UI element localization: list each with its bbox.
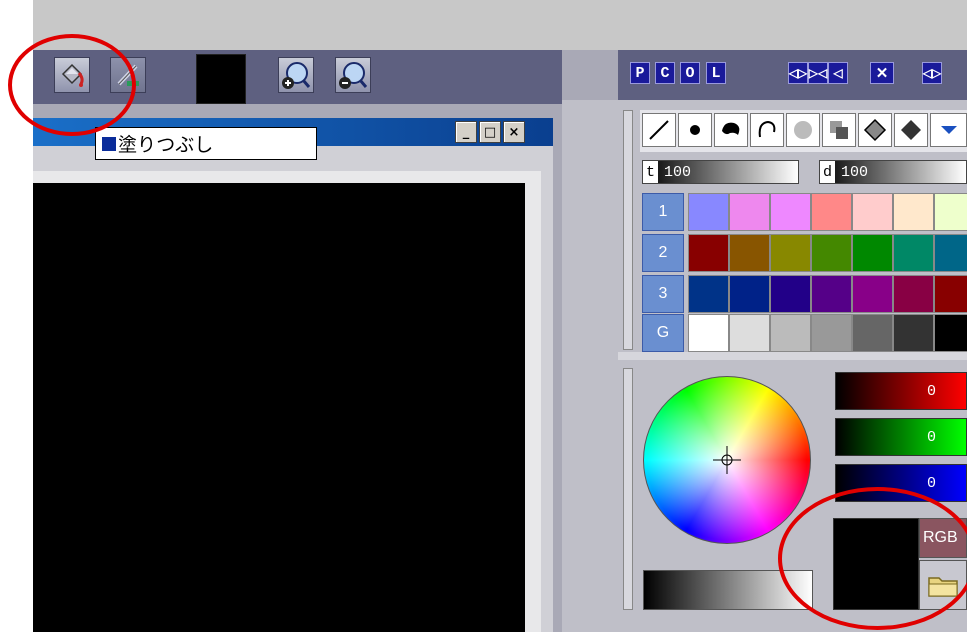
transparency-key: t xyxy=(643,161,659,183)
palette-row-label: 1 xyxy=(642,193,684,231)
annotation-circle-fill-tool xyxy=(8,34,136,136)
red-value: 0 xyxy=(926,382,936,400)
density-value: 100 xyxy=(841,163,869,181)
zoom-out-icon xyxy=(339,62,368,89)
zoom-out-button[interactable] xyxy=(335,57,371,93)
tooltip-square-icon xyxy=(102,136,116,151)
diamond-icon xyxy=(901,120,921,140)
annotation-circle-color-preview xyxy=(778,487,967,630)
maximize-button[interactable]: □ xyxy=(479,121,501,143)
palette-swatch[interactable] xyxy=(811,234,852,272)
close-palette-icon[interactable]: ✕ xyxy=(870,62,894,84)
airbrush-icon xyxy=(722,122,740,135)
palette-swatch[interactable] xyxy=(893,275,934,313)
eraser-icon xyxy=(863,118,887,142)
color-panel-handle[interactable] xyxy=(623,368,633,610)
zoom-in-icon xyxy=(282,62,311,89)
brush-dot[interactable] xyxy=(678,113,712,147)
palette-swatch[interactable] xyxy=(770,234,811,272)
density-key: d xyxy=(820,161,836,183)
panel-handle[interactable] xyxy=(623,110,633,350)
brush-dropdown[interactable] xyxy=(930,113,967,147)
palette-swatch[interactable] xyxy=(934,234,967,272)
palette-swatch[interactable] xyxy=(729,275,770,313)
green-slider[interactable]: 0 xyxy=(835,418,967,456)
palette-tab-p[interactable]: P xyxy=(630,62,650,84)
palette-swatch[interactable] xyxy=(729,234,770,272)
density-slider[interactable]: d 100 xyxy=(819,160,967,184)
palette-row-label: 2 xyxy=(642,234,684,272)
drawing-canvas[interactable] xyxy=(33,183,525,632)
palette-tab-l[interactable]: L xyxy=(706,62,726,84)
palette-swatch[interactable] xyxy=(852,234,893,272)
brush-layer[interactable] xyxy=(822,113,856,147)
close-button[interactable]: × xyxy=(503,121,525,143)
palette-swatch[interactable] xyxy=(811,314,852,352)
palette-swatch[interactable] xyxy=(688,193,729,231)
brush-lasso[interactable] xyxy=(750,113,784,147)
palette-swatch[interactable] xyxy=(852,275,893,313)
palette-tab-c[interactable]: C xyxy=(655,62,675,84)
expand-icon[interactable]: ◁▷ xyxy=(788,62,808,84)
palette-swatch[interactable] xyxy=(893,234,934,272)
palette-swatch[interactable] xyxy=(811,193,852,231)
zoom-in-button[interactable] xyxy=(278,57,314,93)
left-arrow-icon[interactable]: ◁ xyxy=(828,62,848,84)
palette-swatch[interactable] xyxy=(934,193,967,231)
blur-icon xyxy=(794,121,812,139)
palette-swatch[interactable] xyxy=(893,193,934,231)
width-arrows-icon[interactable]: ◁▷ xyxy=(922,62,942,84)
collapse-icon[interactable]: ▷◁ xyxy=(808,62,828,84)
current-color-swatch[interactable] xyxy=(196,54,246,104)
palette-swatch[interactable] xyxy=(729,314,770,352)
red-slider[interactable]: 0 xyxy=(835,372,967,410)
palette-swatch[interactable] xyxy=(770,275,811,313)
brush-pen[interactable] xyxy=(642,113,676,147)
palette-swatch[interactable] xyxy=(688,234,729,272)
pane-divider xyxy=(562,100,618,632)
pen-brush-icon xyxy=(649,120,669,140)
transparency-slider[interactable]: t 100 xyxy=(642,160,799,184)
dot-brush-icon xyxy=(690,125,700,135)
brush-airbrush[interactable] xyxy=(714,113,748,147)
palette-swatch[interactable] xyxy=(770,193,811,231)
layers-icon xyxy=(830,121,848,139)
palette-swatch[interactable] xyxy=(770,314,811,352)
triangle-down-icon xyxy=(940,126,957,134)
palette-swatch[interactable] xyxy=(852,193,893,231)
palette-swatch[interactable] xyxy=(729,193,770,231)
palette-swatch[interactable] xyxy=(852,314,893,352)
palette-swatch[interactable] xyxy=(934,275,967,313)
minimize-button[interactable]: _ xyxy=(455,121,477,143)
palette-tab-o[interactable]: O xyxy=(680,62,700,84)
palette-row-label: 3 xyxy=(642,275,684,313)
blue-value: 0 xyxy=(926,474,936,492)
brush-blur[interactable] xyxy=(786,113,820,147)
panel-divider xyxy=(618,352,967,360)
palette-swatch[interactable] xyxy=(934,314,967,352)
palette-row-label: G xyxy=(642,314,684,352)
palette-swatch[interactable] xyxy=(893,314,934,352)
palette-swatch[interactable] xyxy=(688,275,729,313)
transparency-value: 100 xyxy=(664,163,692,181)
palette-swatch[interactable] xyxy=(811,275,852,313)
fill-tool-tooltip: 塗りつぶし xyxy=(95,127,317,160)
palette-swatch[interactable] xyxy=(688,314,729,352)
crosshair-icon xyxy=(713,446,741,474)
top-strip xyxy=(33,0,967,50)
lasso-icon xyxy=(758,120,776,138)
tooltip-text: 塗りつぶし xyxy=(118,134,214,156)
brush-eraser[interactable] xyxy=(858,113,892,147)
green-value: 0 xyxy=(926,428,936,446)
brush-more[interactable] xyxy=(894,113,928,147)
